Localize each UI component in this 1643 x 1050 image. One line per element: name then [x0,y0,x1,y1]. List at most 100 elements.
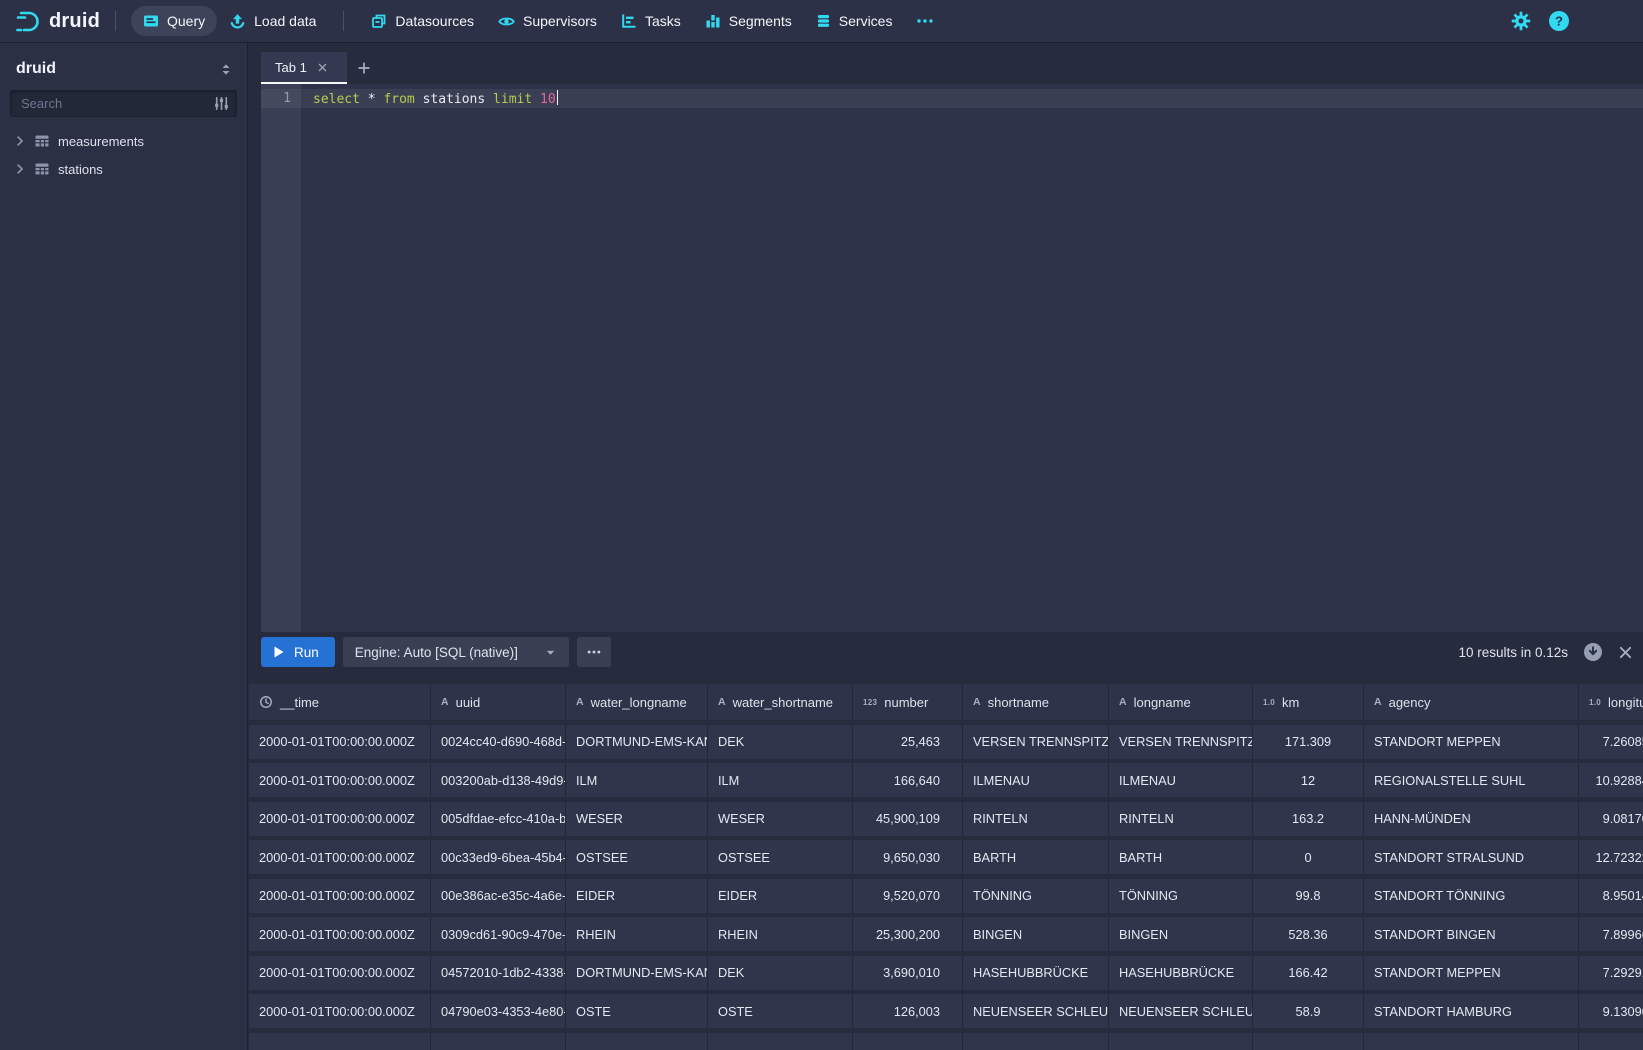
table-cell[interactable]: 00e386ac-e35c-4a6e-80 [431,879,566,913]
table-cell[interactable]: HANN-MÜNDEN [1364,802,1579,836]
table-cell[interactable]: STANDORT HAMBURG [1364,994,1579,1028]
column-header-longname[interactable]: Alongname [1109,684,1253,720]
table-cell[interactable]: 58.9 [1253,994,1364,1028]
table-cell[interactable]: 0309cd61-90c9-470e-99 [431,917,566,951]
table-cell[interactable] [431,1033,566,1050]
table-cell[interactable]: RINTELN [1109,802,1253,836]
chevron-right-icon[interactable] [14,163,26,175]
table-cell[interactable]: EIDER [708,879,853,913]
table-cell[interactable]: 7.260856 [1579,725,1643,759]
table-cell[interactable]: BINGEN [963,917,1109,951]
table-cell[interactable]: 171.309 [1253,725,1364,759]
table-cell[interactable]: 2000-01-01T00:00:00.000Z [249,917,431,951]
table-cell[interactable]: STANDORT MEPPEN [1364,725,1579,759]
column-header-agency[interactable]: Aagency [1364,684,1579,720]
table-cell[interactable] [708,1033,853,1050]
table-cell[interactable]: 2000-01-01T00:00:00.000Z [249,802,431,836]
tab-tab1[interactable]: Tab 1 [261,52,347,84]
column-header-water_shortname[interactable]: Awater_shortname [708,684,853,720]
table-cell[interactable]: 12.723226 [1579,840,1643,874]
table-cell[interactable]: OSTSEE [708,840,853,874]
table-cell[interactable]: RHEIN [566,917,708,951]
table-cell[interactable]: 7.292913 [1579,956,1643,990]
table-cell[interactable]: BARTH [963,840,1109,874]
table-cell[interactable] [249,1033,431,1050]
engine-select-button[interactable]: Engine: Auto [SQL (native)] [343,637,569,667]
column-header-longitude[interactable]: 1.0longitude [1579,684,1643,720]
table-cell[interactable]: 3,690,010 [853,956,963,990]
table-cell[interactable]: 0024cc40-d690-468d-84 [431,725,566,759]
table-cell[interactable]: 2000-01-01T00:00:00.000Z [249,840,431,874]
table-cell[interactable]: OSTE [566,994,708,1028]
table-cell[interactable]: EIDER [566,879,708,913]
editor-code-area[interactable]: select * from stations limit 10 [301,84,1643,632]
table-cell[interactable]: RHEIN [708,917,853,951]
table-cell[interactable]: 9,520,070 [853,879,963,913]
sidebar-item-stations[interactable]: stations [0,155,247,183]
column-header-km[interactable]: 1.0km [1253,684,1364,720]
nav-item-supervisors[interactable]: Supervisors [486,6,609,36]
table-cell[interactable]: DEK [708,725,853,759]
table-cell[interactable]: 12 [1253,763,1364,797]
nav-item-datasources[interactable]: Datasources [359,6,486,36]
column-header-number[interactable]: 123number [853,684,963,720]
table-cell[interactable]: BARTH [1109,840,1253,874]
table-cell[interactable]: OSTSEE [566,840,708,874]
table-cell[interactable]: 003200ab-d138-49d9-aa [431,763,566,797]
table-cell[interactable]: 2000-01-01T00:00:00.000Z [249,763,431,797]
table-cell[interactable]: DORTMUND-EMS-KANA [566,725,708,759]
table-cell[interactable]: 166.42 [1253,956,1364,990]
table-cell[interactable]: WESER [566,802,708,836]
table-cell[interactable]: 04572010-1db2-4338-85 [431,956,566,990]
table-cell[interactable]: ILMENAU [1109,763,1253,797]
table-cell[interactable] [1109,1033,1253,1050]
run-button[interactable]: Run [261,637,335,667]
table-cell[interactable]: 25,463 [853,725,963,759]
nav-item-segments[interactable]: Segments [693,6,804,36]
table-cell[interactable]: 8.950149 [1579,879,1643,913]
table-cell[interactable]: STANDORT BINGEN [1364,917,1579,951]
download-results-button[interactable] [1583,642,1603,662]
table-cell[interactable]: 2000-01-01T00:00:00.000Z [249,994,431,1028]
table-cell[interactable]: REGIONALSTELLE SUHL [1364,763,1579,797]
table-cell[interactable]: 163.2 [1253,802,1364,836]
table-cell[interactable]: 7.899667 [1579,917,1643,951]
table-cell[interactable]: HASEHUBBRÜCKE [1109,956,1253,990]
settings-gear-button[interactable] [1511,11,1531,31]
table-cell[interactable]: 45,900,109 [853,802,963,836]
nav-item-query[interactable]: Query [131,6,217,36]
table-cell[interactable]: NEUENSEER SCHLEUSEN [963,994,1109,1028]
table-cell[interactable]: VERSEN TRENNSPITZE [1109,725,1253,759]
table-cell[interactable]: 04790e03-4353-4e80-be [431,994,566,1028]
column-header-uuid[interactable]: Auuid [431,684,566,720]
table-cell[interactable]: 10.928843 [1579,763,1643,797]
table-cell[interactable]: ILM [708,763,853,797]
table-cell[interactable]: STANDORT TÖNNING [1364,879,1579,913]
table-cell[interactable]: ILM [566,763,708,797]
druid-logo[interactable]: druid [14,8,100,35]
table-cell[interactable] [963,1033,1109,1050]
search-input[interactable] [10,90,237,117]
table-cell[interactable]: 2000-01-01T00:00:00.000Z [249,956,431,990]
schema-selector[interactable]: druid [16,60,56,78]
table-cell[interactable] [1253,1033,1364,1050]
close-results-button[interactable] [1618,645,1633,660]
query-more-button[interactable] [577,637,611,667]
sql-editor[interactable]: 1 select * from stations limit 10 [261,84,1643,632]
nav-item-tasks[interactable]: Tasks [609,6,693,36]
table-cell[interactable]: 9.081704 [1579,802,1643,836]
table-cell[interactable]: BINGEN [1109,917,1253,951]
table-cell[interactable]: TÖNNING [1109,879,1253,913]
nav-item-load-data[interactable]: Load data [217,6,328,36]
column-header-shortname[interactable]: Ashortname [963,684,1109,720]
double-caret-vertical-icon[interactable] [219,62,233,77]
table-cell[interactable]: OSTE [708,994,853,1028]
table-cell[interactable]: VERSEN TRENNSPITZE [963,725,1109,759]
table-cell[interactable]: DEK [708,956,853,990]
table-cell[interactable]: 9,650,030 [853,840,963,874]
table-cell[interactable]: 00c33ed9-6bea-45b4-87 [431,840,566,874]
filter-sliders-icon[interactable] [213,95,230,112]
nav-more-button[interactable] [904,6,946,36]
tab-close-icon[interactable] [317,62,328,73]
table-cell[interactable] [566,1033,708,1050]
